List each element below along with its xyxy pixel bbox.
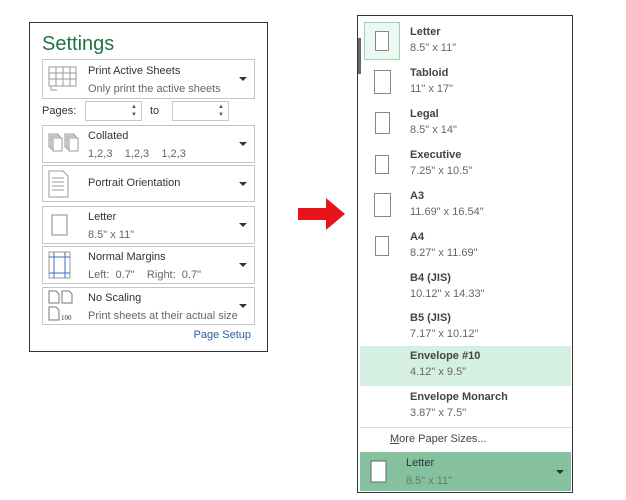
collation-label: Collated (88, 130, 129, 142)
collation-dropdown[interactable]: Collated 1,2,3 1,2,3 1,2,3 (42, 125, 255, 163)
paper-size-dimensions: 7.25" x 10.5" (410, 165, 473, 177)
page-icon (375, 236, 389, 256)
paper-size-option[interactable]: Executive 7.25" x 10.5" (360, 145, 571, 185)
pages-from-input[interactable]: ▲ ▼ (85, 101, 142, 121)
margins-icon (48, 251, 71, 279)
paper-size-name: Tabloid (410, 67, 449, 79)
chevron-down-icon (239, 223, 247, 227)
paper-size-dimensions: 11.69" x 16.54" (410, 206, 484, 218)
page-icon (374, 112, 390, 134)
paper-size-name: Executive (410, 149, 462, 161)
no-scaling-icon: 100 (48, 290, 73, 322)
scaling-dropdown[interactable]: 100 No Scaling Print sheets at their act… (42, 287, 255, 325)
paper-size-dimensions: 3.87" x 7.5" (410, 407, 467, 419)
pages-label: Pages: (42, 105, 77, 117)
sheets-icon (48, 66, 77, 91)
paper-size-sub: 8.5" x 11" (88, 229, 135, 241)
paper-size-menu: Letter 8.5" x 11" Tabloid 11" x 17" Legal 8.5… (357, 15, 573, 493)
page-setup-link[interactable]: Page Setup (194, 329, 252, 341)
page-icon (373, 70, 391, 94)
print-what-sub: Only print the active sheets (88, 83, 221, 95)
menu-separator (360, 427, 571, 428)
right-arrow-icon (298, 198, 345, 230)
spin-up-icon[interactable]: ▲ (218, 104, 224, 110)
orientation-label: Portrait Orientation (88, 177, 181, 189)
to-label: to (150, 105, 160, 117)
paper-size-dimensions: 8.5" x 14" (410, 124, 457, 136)
paper-size-dimensions: 11" x 17" (410, 83, 454, 95)
paper-size-option[interactable]: Envelope Monarch 3.87" x 7.5" (360, 387, 571, 427)
paper-size-dimensions: 7.17" x 10.12" (410, 328, 479, 340)
more-paper-sizes-link[interactable]: More Paper Sizes... (390, 433, 487, 445)
chevron-down-icon (239, 263, 247, 267)
pages-to-input[interactable]: ▲ ▼ (172, 101, 229, 121)
paper-size-dimensions: 4.12" x 9.5" (410, 366, 467, 378)
current-paper-size-dropdown[interactable]: Letter 8.5" x 11" (360, 452, 571, 491)
orientation-dropdown[interactable]: Portrait Orientation (42, 165, 255, 202)
letter-page-icon (370, 460, 387, 483)
paper-size-option[interactable]: B4 (JIS) 10.12" x 14.33" (360, 268, 571, 308)
paper-size-dropdown[interactable]: Letter 8.5" x 11" (42, 206, 255, 244)
page-icon (375, 154, 389, 174)
collated-icon (48, 133, 79, 152)
paper-size-dimensions: 8.27" x 11.69" (410, 247, 478, 259)
more-first-letter: M (390, 433, 400, 445)
chevron-down-icon (239, 77, 247, 81)
portrait-page-icon (48, 170, 69, 197)
chevron-down-icon (239, 142, 247, 146)
paper-size-option[interactable]: A3 11.69" x 16.54" (360, 186, 571, 226)
paper-size-name: Envelope Monarch (410, 391, 508, 403)
letter-page-icon (51, 214, 68, 236)
chevron-down-icon (239, 304, 247, 308)
margins-label: Normal Margins (88, 251, 166, 263)
spin-down-icon[interactable]: ▼ (131, 112, 137, 118)
paper-size-name: A3 (410, 190, 425, 202)
page-icon (375, 31, 389, 51)
collation-sub: 1,2,3 1,2,3 1,2,3 (88, 148, 186, 160)
paper-size-name: Letter (410, 26, 441, 38)
more-rest: ore Paper Sizes... (399, 433, 487, 445)
paper-size-option[interactable]: B5 (JIS) 7.17" x 10.12" (360, 308, 571, 348)
paper-size-name: Legal (410, 108, 439, 120)
chevron-down-icon (556, 469, 564, 474)
paper-size-name: B4 (JIS) (410, 272, 451, 284)
paper-size-name: Envelope #10 (410, 350, 481, 362)
spin-up-icon[interactable]: ▲ (131, 104, 137, 110)
print-settings-panel: Settings Print Active Sheets Only print … (29, 22, 268, 352)
print-what-label: Print Active Sheets (88, 65, 181, 77)
paper-size-name: B5 (JIS) (410, 312, 451, 324)
scaling-sub: Print sheets at their actual size (88, 310, 238, 322)
margins-dropdown[interactable]: Normal Margins Left: 0.7" Right: 0.7" (42, 246, 255, 284)
scaling-icon-text: 100 (61, 314, 72, 322)
print-what-dropdown[interactable]: Print Active Sheets Only print the activ… (42, 59, 255, 99)
paper-size-option[interactable]: A4 8.27" x 11.69" (360, 227, 571, 267)
paper-size-dimensions: 8.5" x 11" (410, 42, 457, 54)
paper-size-option[interactable]: Envelope #10 4.12" x 9.5" (360, 346, 571, 386)
scaling-label: No Scaling (88, 292, 142, 304)
paper-size-name: A4 (410, 231, 425, 243)
chevron-down-icon (239, 181, 247, 186)
settings-title: Settings (42, 33, 115, 55)
paper-size-option[interactable]: Letter 8.5" x 11" (360, 22, 571, 62)
spin-down-icon[interactable]: ▼ (218, 112, 224, 118)
current-paper-label: Letter (406, 457, 435, 469)
paper-size-label: Letter (88, 211, 117, 223)
paper-size-option[interactable]: Tabloid 11" x 17" (360, 63, 571, 103)
paper-size-option[interactable]: Legal 8.5" x 14" (360, 104, 571, 144)
paper-size-dimensions: 10.12" x 14.33" (410, 288, 485, 300)
page-icon (373, 193, 391, 217)
current-paper-sub: 8.5" x 11" (406, 475, 453, 487)
margins-sub: Left: 0.7" Right: 0.7" (88, 269, 201, 281)
